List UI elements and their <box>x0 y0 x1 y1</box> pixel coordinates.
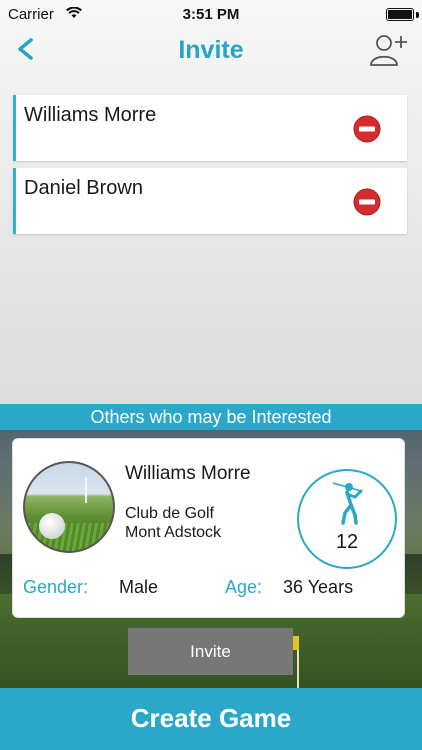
avatar-ball <box>39 513 65 539</box>
status-bar: Carrier 3:51 PM <box>0 0 422 30</box>
nav-bar: Invite <box>0 30 422 72</box>
top-area: Carrier 3:51 PM Invite Williams Morre Da… <box>0 0 422 404</box>
avatar-flag <box>85 477 87 503</box>
profile-club-line1: Club de Golf <box>125 505 214 522</box>
golfer-icon <box>332 482 363 525</box>
age-value: 36 Years <box>283 577 354 597</box>
suggestions-section: Others who may be Interested Williams Mo… <box>0 404 422 688</box>
handicap-value: 12 <box>335 531 359 553</box>
status-time: 3:51 PM <box>182 6 240 23</box>
invitee-card: Daniel Brown <box>13 168 407 234</box>
avatar <box>23 461 115 553</box>
section-header: Others who may be Interested <box>0 404 422 430</box>
add-user-icon[interactable] <box>368 32 408 68</box>
remove-icon[interactable] <box>353 188 381 216</box>
handicap-badge: 12 <box>297 469 397 569</box>
battery-tip <box>416 12 419 18</box>
gender-label: Gender: <box>23 577 89 597</box>
age-label: Age: <box>225 577 263 597</box>
invitee-card: Williams Morre <box>13 95 407 161</box>
page-title: Invite <box>178 36 244 64</box>
invitee-name: Daniel Brown <box>24 177 143 199</box>
invitee-name: Williams Morre <box>24 104 157 126</box>
remove-icon[interactable] <box>353 115 381 143</box>
invite-button[interactable]: Invite <box>128 628 293 675</box>
create-game-button[interactable]: Create Game <box>0 688 422 750</box>
profile-club-line2: Mont Adstock <box>125 524 222 541</box>
profile-name: Williams Morre <box>125 463 251 484</box>
profile-card[interactable]: Williams Morre Club de Golf Mont Adstock… <box>12 438 405 618</box>
battery-icon <box>386 8 414 21</box>
gender-value: Male <box>119 577 159 597</box>
